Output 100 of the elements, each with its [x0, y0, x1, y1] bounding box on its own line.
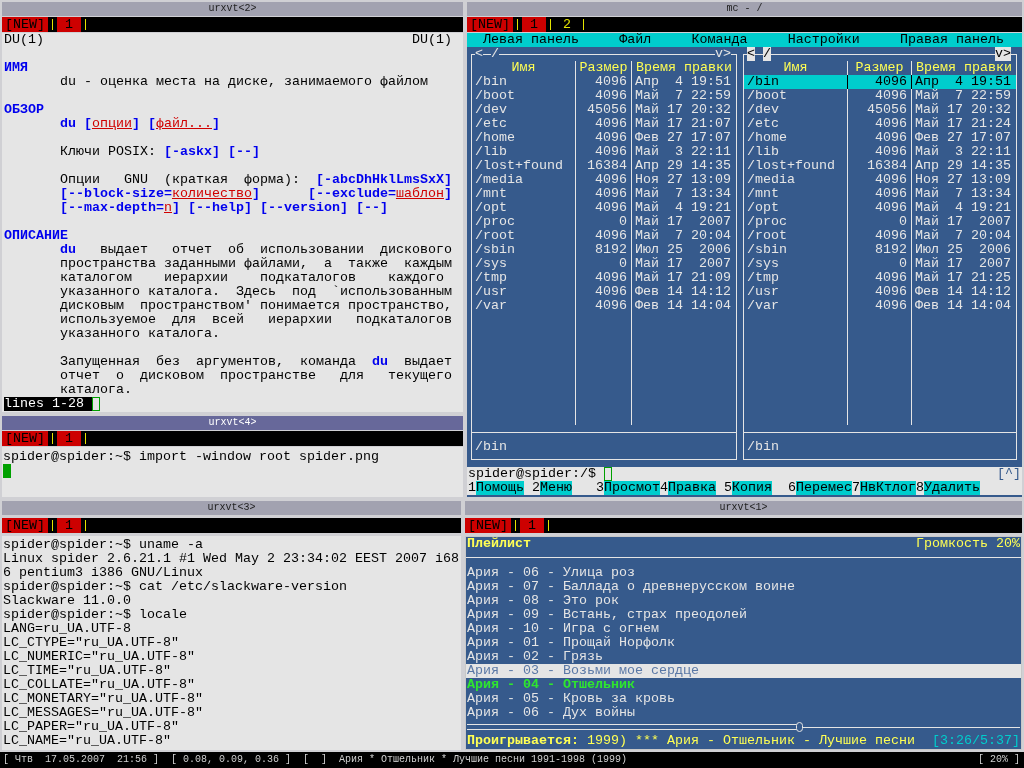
file-row[interactable]: /boot 4096 Май 7 22:59 — [472, 89, 736, 103]
file-row[interactable]: /lost+found 16384 Апр 29 14:35 — [744, 159, 1016, 173]
volume-label: Громкость 20% — [916, 537, 1020, 551]
playlist-item[interactable]: Ария - 05 - Кровь за кровь — [466, 692, 1021, 706]
playlist-item[interactable]: Ария - 02 - Грязь — [466, 650, 1021, 664]
file-date-cell-text: Май 17 21:24 — [914, 117, 1012, 131]
function-key-button[interactable]: Просмот — [604, 481, 660, 495]
track-time: [3:26/5:37] — [932, 734, 1020, 748]
file-size-cell: 4096 — [576, 173, 632, 187]
function-key-button[interactable]: Помощь — [476, 481, 524, 495]
playlist-item[interactable]: Ария - 06 - Дух войны — [466, 706, 1021, 720]
file-date-cell-text: Фев 14 14:12 — [634, 285, 732, 299]
file-row[interactable]: /sbin 8192 Июл 25 2006 — [472, 243, 736, 257]
function-key-button[interactable]: Меню — [540, 481, 572, 495]
menu-item[interactable]: Файл — [619, 33, 652, 47]
file-name-cell: /var — [744, 299, 848, 313]
file-row[interactable]: /boot 4096 Май 7 22:59 — [744, 89, 1016, 103]
file-date-cell-text: Апр 4 19:51 — [914, 75, 1012, 89]
menu-item[interactable]: Левая панель — [483, 33, 579, 47]
function-key-button[interactable]: Копия — [732, 481, 772, 495]
file-date-cell-text: Май 7 20:04 — [634, 229, 732, 243]
file-name-cell: /boot — [744, 89, 848, 103]
file-row[interactable]: /home 4096 Фев 27 17:07 — [472, 131, 736, 145]
tab[interactable]: 1 — [57, 17, 81, 32]
file-row[interactable]: /bin 4096 Апр 4 19:51 — [744, 75, 1016, 89]
file-row[interactable]: /lib 4096 Май 3 22:11 — [472, 145, 736, 159]
new-tab-button[interactable]: [NEW] — [467, 17, 513, 32]
playlist-item[interactable]: Ария - 08 - Это рок — [466, 594, 1021, 608]
file-row[interactable]: /etc 4096 Май 17 21:07 — [472, 117, 736, 131]
file-date-cell-text: Апр 29 14:35 — [634, 159, 732, 173]
playlist-item[interactable]: Ария - 09 - Встань, страх преодолей — [466, 608, 1021, 622]
file-row[interactable]: /tmp 4096 Май 17 21:09 — [472, 271, 736, 285]
section-heading: ИМЯ — [4, 61, 28, 75]
file-row[interactable]: /opt 4096 Май 4 19:21 — [744, 201, 1016, 215]
playlist-item[interactable]: Ария - 06 - Улица роз — [466, 566, 1021, 580]
new-tab-button[interactable]: [NEW] — [2, 431, 48, 446]
file-row[interactable]: /media 4096 Ноя 27 13:09 — [472, 173, 736, 187]
menu-item[interactable]: Команда — [691, 33, 748, 47]
file-name-cell: /etc — [472, 117, 576, 131]
file-row[interactable]: /home 4096 Фев 27 17:07 — [744, 131, 1016, 145]
terminal-line: Slackware 11.0.0 — [3, 594, 131, 608]
menu-item[interactable]: Правая панель — [899, 33, 1004, 47]
terminal-line: spider@spider:~$ uname -a — [3, 538, 203, 552]
man-paragraph: du - оценка места на диске, занимаемого файлом — [60, 75, 428, 89]
tab[interactable]: 1 — [57, 431, 81, 446]
file-row[interactable]: /lost+found 16384 Апр 29 14:35 — [472, 159, 736, 173]
file-size-cell: 4096 — [848, 285, 912, 299]
file-row[interactable]: /dev 45056 Май 17 20:32 — [744, 103, 1016, 117]
file-row[interactable]: /mnt 4096 Май 7 13:34 — [472, 187, 736, 201]
file-date-cell-text: Май 17 2007 — [914, 215, 1012, 229]
file-date-cell-text: Май 7 22:59 — [634, 89, 732, 103]
file-row[interactable]: /opt 4096 Май 4 19:21 — [472, 201, 736, 215]
file-size-cell: 4096 — [576, 271, 632, 285]
file-row[interactable]: /proc 0 Май 17 2007 — [744, 215, 1016, 229]
file-date-cell-text: Май 17 2007 — [914, 257, 1012, 271]
file-row[interactable]: /dev 45056 Май 17 20:32 — [472, 103, 736, 117]
file-row[interactable]: /lib 4096 Май 3 22:11 — [744, 145, 1016, 159]
file-date-cell-text: Май 3 22:11 — [634, 145, 732, 159]
status-text: Ария * Отшельник * Лучшие песни 1991-1998 (1999) — [339, 753, 628, 767]
file-row[interactable]: /mnt 4096 Май 7 13:34 — [744, 187, 1016, 201]
playlist-item[interactable]: Ария - 04 - Отшельник — [466, 678, 1021, 692]
file-size-cell: 4096 — [848, 131, 912, 145]
playlist-item[interactable]: Ария - 10 - Игра с огнем — [466, 622, 1021, 636]
history-menu-button[interactable]: v> — [995, 47, 1011, 61]
playlist-item[interactable]: Ария - 03 - Возьми мое сердце — [466, 664, 1021, 678]
panel-status: /bin — [475, 440, 507, 454]
now-playing-label: Проигрывается: — [467, 734, 579, 748]
new-tab-button[interactable]: [NEW] — [2, 17, 48, 32]
function-key-button[interactable]: Удалить — [924, 481, 980, 495]
file-row[interactable]: /media 4096 Ноя 27 13:09 — [744, 173, 1016, 187]
new-tab-button[interactable]: [NEW] — [465, 518, 511, 533]
file-row[interactable]: /sys 0 Май 17 2007 — [744, 257, 1016, 271]
file-row[interactable]: /var 4096 Фев 14 14:04 — [472, 299, 736, 313]
file-row[interactable]: /root 4096 Май 7 20:04 — [472, 229, 736, 243]
function-key-button[interactable]: НвКтлог — [860, 481, 916, 495]
file-row[interactable]: /usr 4096 Фев 14 14:12 — [744, 285, 1016, 299]
command-history-button[interactable]: [^] — [997, 467, 1022, 481]
terminal-line: LC_PAPER="ru_UA.UTF-8" — [3, 720, 179, 734]
menu-item[interactable]: Настройки — [787, 33, 860, 47]
playlist-item[interactable]: Ария - 01 - Прощай Норфолк — [466, 636, 1021, 650]
function-key-number: 7 — [852, 481, 860, 495]
new-tab-button[interactable]: [NEW] — [2, 518, 48, 533]
function-key-button[interactable]: Перемес — [796, 481, 852, 495]
terminal-line: LC_NAME="ru_UA.UTF-8" — [3, 734, 171, 748]
file-row[interactable]: /sys 0 Май 17 2007 — [472, 257, 736, 271]
file-row[interactable]: /tmp 4096 Май 17 21:25 — [744, 271, 1016, 285]
tab[interactable]: 1 — [520, 518, 544, 533]
file-row[interactable]: /bin 4096 Апр 4 19:51 — [472, 75, 736, 89]
function-key-button[interactable]: Правка — [668, 481, 716, 495]
file-row[interactable]: /sbin 8192 Июл 25 2006 — [744, 243, 1016, 257]
history-back-button[interactable]: < — [747, 47, 755, 61]
command-line-field[interactable]: spider@spider:/$ [^] — [467, 467, 1022, 481]
file-row[interactable]: /var 4096 Фев 14 14:04 — [744, 299, 1016, 313]
file-row[interactable]: /proc 0 Май 17 2007 — [472, 215, 736, 229]
file-row[interactable]: /etc 4096 Май 17 21:24 — [744, 117, 1016, 131]
tab[interactable]: 1 — [522, 17, 546, 32]
file-row[interactable]: /usr 4096 Фев 14 14:12 — [472, 285, 736, 299]
tab[interactable]: 1 — [57, 518, 81, 533]
file-row[interactable]: /root 4096 Май 7 20:04 — [744, 229, 1016, 243]
playlist-item[interactable]: Ария - 07 - Баллада о древнерусском воине — [466, 580, 1021, 594]
